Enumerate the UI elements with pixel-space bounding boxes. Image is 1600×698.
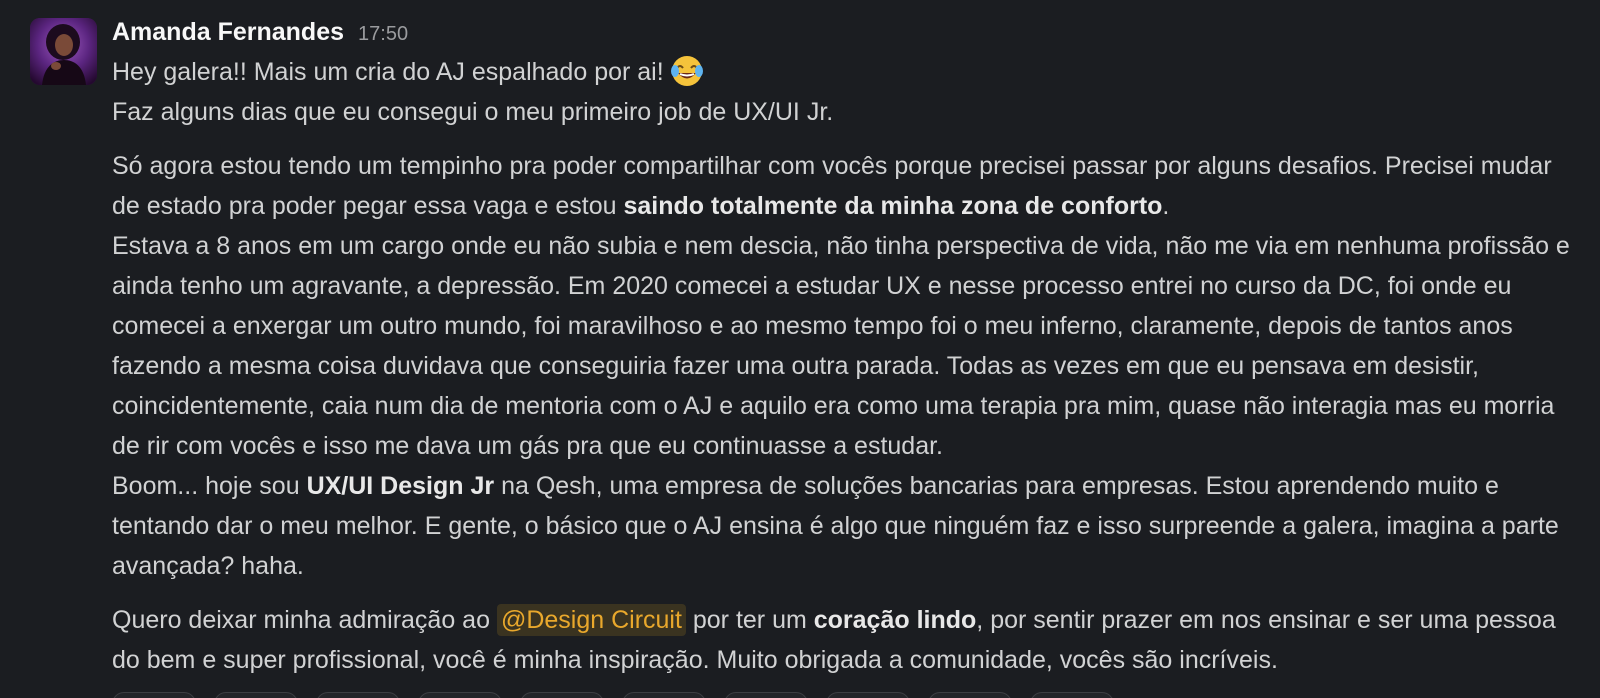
avatar[interactable]	[30, 18, 97, 85]
paragraph-4-text: Boom... hoje sou	[112, 472, 307, 500]
user-mention[interactable]: @Design Circuit	[496, 604, 686, 636]
user-avatar-photo-icon	[30, 18, 97, 85]
face-with-tears-of-joy-icon	[668, 51, 706, 89]
message-line-1: Hey galera!! Mais um cria do AJ espalhad…	[112, 51, 1572, 92]
message-line-1-text: Hey galera!! Mais um cria do AJ espalhad…	[112, 58, 664, 86]
reaction-pill[interactable]	[724, 692, 808, 698]
paragraph-2-end: .	[1162, 192, 1170, 220]
reaction-pill[interactable]	[316, 692, 400, 698]
reactions-bar	[112, 692, 1114, 698]
message-paragraph-2: Só agora estou tendo um tempinho pra pod…	[112, 146, 1572, 226]
paragraph-5-bold: coração lindo	[813, 606, 977, 634]
author-name[interactable]: Amanda Fernandes	[112, 18, 344, 47]
message-timestamp[interactable]: 17:50	[358, 23, 408, 46]
reaction-pill[interactable]	[214, 692, 298, 698]
paragraph-2-bold: saindo totalmente da minha zona de confo…	[623, 192, 1163, 220]
reaction-pill[interactable]	[112, 692, 196, 698]
reaction-pill[interactable]	[418, 692, 502, 698]
message-paragraph-5: Quero deixar minha admiração ao @Design …	[112, 600, 1572, 680]
paragraph-5-middle: por ter um	[685, 606, 814, 634]
reaction-pill[interactable]	[520, 692, 604, 698]
paragraph-5-text: Quero deixar minha admiração ao	[112, 606, 497, 634]
reaction-pill[interactable]	[928, 692, 1012, 698]
message-line-2: Faz alguns dias que eu consegui o meu pr…	[112, 98, 834, 126]
message-content: Amanda Fernandes 17:50 Hey galera!! Mais…	[112, 18, 1572, 680]
reaction-pill[interactable]	[826, 692, 910, 698]
message-body: Hey galera!! Mais um cria do AJ espalhad…	[112, 51, 1572, 680]
paragraph-4-bold: UX/UI Design Jr	[306, 472, 495, 500]
reaction-pill[interactable]	[622, 692, 706, 698]
message-paragraph-3: Estava a 8 anos em um cargo onde eu não …	[112, 232, 1570, 460]
message-header: Amanda Fernandes 17:50	[112, 18, 1572, 51]
message-paragraph-4: Boom... hoje sou UX/UI Design Jr na Qesh…	[112, 466, 1572, 586]
reaction-pill[interactable]	[1030, 692, 1114, 698]
